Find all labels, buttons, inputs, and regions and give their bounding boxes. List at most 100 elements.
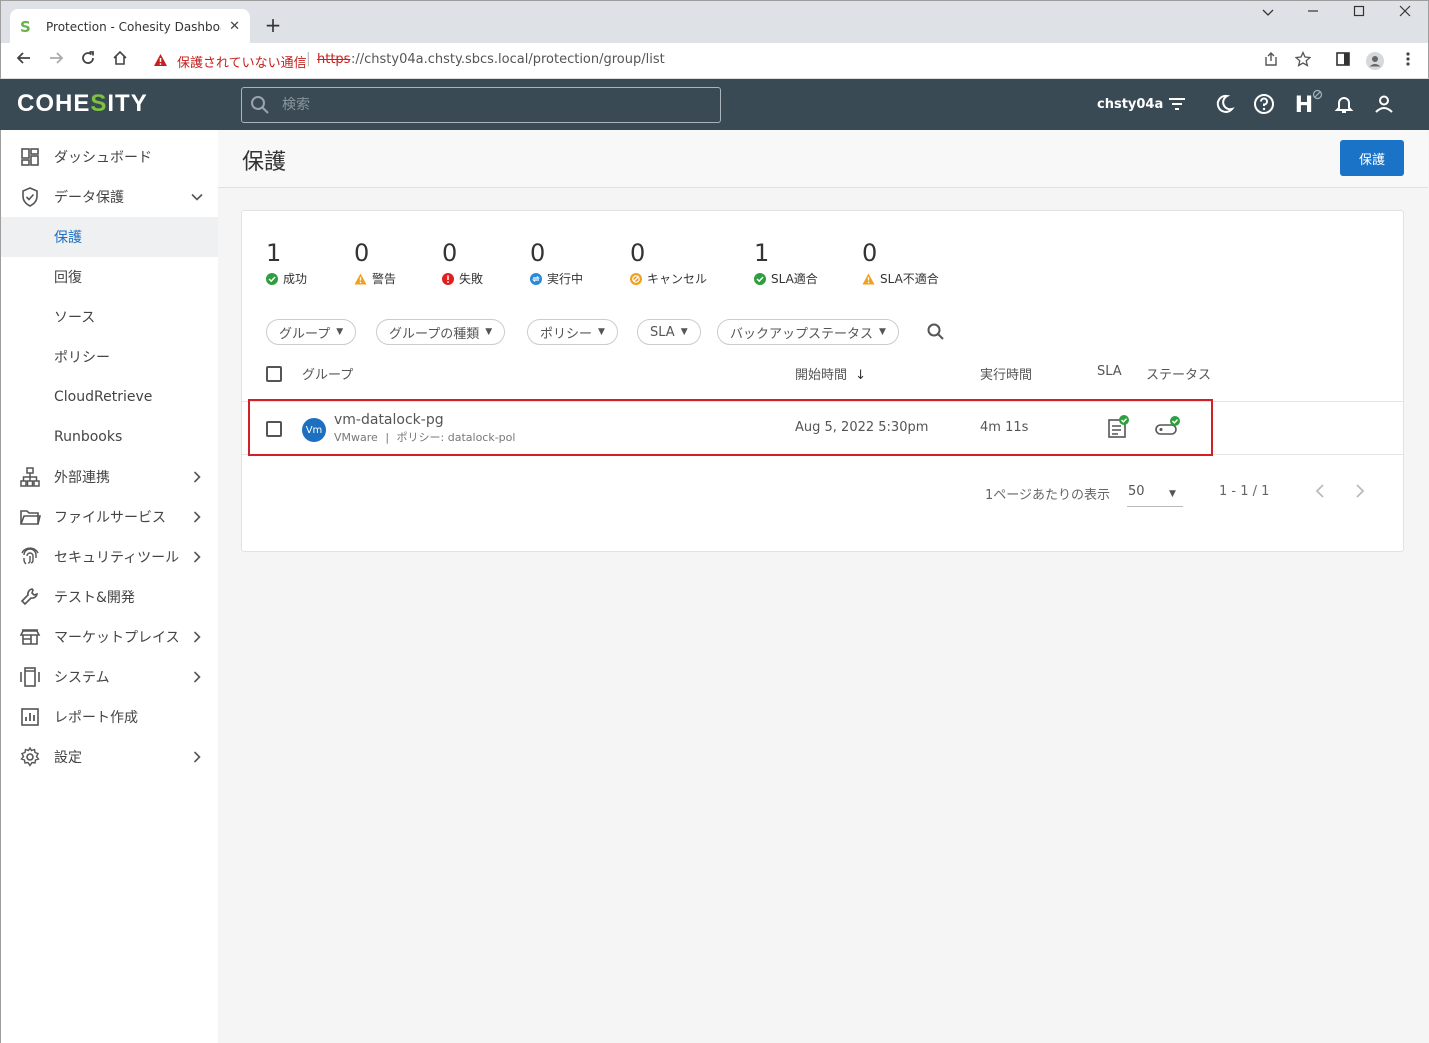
url-scheme[interactable]: https — [317, 52, 350, 67]
sidebar-item-policies[interactable]: ポリシー — [1, 337, 218, 377]
reload-icon[interactable] — [77, 50, 99, 72]
sidebar-item-settings[interactable]: 設定 — [1, 737, 218, 777]
gear-icon — [19, 746, 41, 768]
stat-label: SLA不適合 — [880, 272, 939, 286]
maximize-icon[interactable] — [1344, 5, 1374, 21]
sidebar-item-label: セキュリティツール — [54, 550, 180, 566]
sidebar-item-label: 保護 — [54, 230, 82, 246]
sidebar-item-label: ファイルサービス — [54, 510, 166, 526]
minimize-icon[interactable] — [1298, 5, 1328, 21]
table-search-icon[interactable] — [926, 322, 946, 346]
column-header-sla[interactable]: SLA — [1097, 364, 1122, 379]
url-text[interactable]: ://chsty04a.chsty.sbcs.local/protection/… — [351, 52, 665, 67]
help-icon[interactable] — [1252, 93, 1276, 117]
row-highlight-annotation — [248, 399, 1213, 456]
browser-toolbar: 保護されていない通信 | https ://chsty04a.chsty.sbc… — [0, 43, 1429, 79]
protection-groups-card: 1 成功 0 警告 0 失敗 0 実行中 0 キャンセル 1 SLA適合 0 S… — [241, 210, 1404, 552]
warning-triangle-icon[interactable] — [153, 53, 168, 71]
user-account-icon[interactable] — [1372, 93, 1396, 117]
stat-value: 0 — [354, 239, 370, 267]
sidebar-item-label: テスト&開発 — [54, 590, 135, 606]
caret-down-icon: ▼ — [485, 327, 493, 337]
back-arrow-icon[interactable] — [13, 50, 35, 72]
stat-label: SLA適合 — [771, 272, 818, 286]
previous-page-icon[interactable] — [1312, 482, 1328, 500]
select-all-checkbox[interactable] — [266, 366, 282, 382]
tab-close-icon[interactable]: ✕ — [229, 19, 240, 34]
sidebar-item-external-connections[interactable]: 外部連携 — [1, 457, 218, 497]
wrench-icon — [19, 586, 41, 608]
filter-group[interactable]: グループ ▼ — [266, 319, 357, 345]
cohesity-favicon-icon: S — [20, 17, 31, 36]
stat-sla-met[interactable]: 1 SLA適合 — [754, 238, 818, 287]
new-tab-button[interactable]: + — [263, 13, 283, 37]
sidebar-item-label: レポート作成 — [54, 710, 138, 726]
stat-failed[interactable]: 0 失敗 — [442, 238, 483, 287]
cohesity-logo[interactable]: COHESITY — [17, 90, 148, 118]
column-header-start-time[interactable]: 開始時間 ↓ — [795, 364, 866, 383]
stat-canceled[interactable]: 0 キャンセル — [630, 238, 707, 287]
global-search[interactable] — [241, 87, 721, 123]
profile-avatar-icon[interactable] — [1365, 51, 1385, 75]
sidebar-item-security-tools[interactable]: セキュリティツール — [1, 537, 218, 577]
sidebar-item-label: マーケットプレイス — [54, 630, 180, 646]
stat-label: キャンセル — [647, 272, 708, 286]
sidebar-item-test-dev[interactable]: テスト&開発 — [1, 577, 218, 617]
page-header: 保護 保護 — [218, 130, 1428, 188]
home-icon[interactable] — [109, 50, 131, 72]
sidebar-item-cloudretrieve[interactable]: CloudRetrieve — [1, 377, 218, 417]
filter-group-type[interactable]: グループの種類 ▼ — [376, 319, 506, 345]
browser-menu-icon[interactable] — [1398, 51, 1418, 71]
success-check-icon — [754, 272, 766, 285]
cluster-name[interactable]: chsty04a — [1097, 97, 1163, 112]
filter-backup-status[interactable]: バックアップステータス ▼ — [717, 319, 899, 345]
search-input[interactable] — [282, 88, 712, 122]
sidebar-item-sources[interactable]: ソース — [1, 297, 218, 337]
dark-mode-moon-icon[interactable] — [1212, 93, 1236, 117]
caret-down-icon: ▼ — [336, 327, 344, 337]
sidebar-item-file-services[interactable]: ファイルサービス — [1, 497, 218, 537]
sidebar-item-marketplace[interactable]: マーケットプレイス — [1, 617, 218, 657]
stat-success[interactable]: 1 成功 — [266, 238, 307, 287]
notifications-bell-icon[interactable] — [1332, 93, 1356, 117]
protect-button[interactable]: 保護 — [1340, 140, 1404, 176]
side-panel-icon[interactable] — [1333, 51, 1353, 71]
browser-tab[interactable]: S Protection - Cohesity Dashboard ✕ — [10, 9, 250, 44]
forward-arrow-icon[interactable] — [45, 50, 67, 72]
column-header-group[interactable]: グループ — [302, 364, 353, 383]
share-icon[interactable] — [1261, 51, 1281, 71]
sidebar-item-label: CloudRetrieve — [54, 389, 153, 405]
stat-label: 成功 — [283, 272, 308, 286]
stat-warning[interactable]: 0 警告 — [354, 238, 396, 287]
sidebar-item-reports[interactable]: レポート作成 — [1, 697, 218, 737]
bookmark-star-icon[interactable] — [1293, 50, 1313, 71]
shield-icon — [19, 186, 41, 208]
sidebar-item-dashboard[interactable]: ダッシュボード — [1, 137, 218, 177]
url-separator: | — [306, 51, 311, 67]
tab-search-icon[interactable] — [1253, 5, 1283, 21]
close-window-icon[interactable] — [1390, 5, 1420, 21]
filter-sla[interactable]: SLA ▼ — [637, 319, 701, 345]
sidebar-item-runbooks[interactable]: Runbooks — [1, 417, 218, 457]
sidebar-item-system[interactable]: システム — [1, 657, 218, 697]
sidebar-item-data-protection[interactable]: データ保護 — [1, 177, 218, 217]
column-header-label: 開始時間 — [795, 368, 848, 383]
stat-sla-missed[interactable]: 0 SLA不適合 — [862, 238, 939, 287]
items-per-page-select[interactable]: 50 ▼ — [1127, 479, 1183, 507]
stat-running[interactable]: 0 実行中 — [530, 238, 583, 287]
filter-icon[interactable] — [1165, 93, 1189, 117]
next-page-icon[interactable] — [1352, 482, 1368, 500]
column-header-status[interactable]: ステータス — [1146, 364, 1211, 383]
sidebar-item-recovery[interactable]: 回復 — [1, 257, 218, 297]
stat-label-row: キャンセル — [630, 270, 707, 287]
filter-policy[interactable]: ポリシー ▼ — [527, 319, 618, 345]
network-icon — [19, 466, 41, 488]
stat-value: 0 — [442, 239, 458, 267]
security-warning-label[interactable]: 保護されていない通信 — [177, 52, 307, 71]
chevron-right-icon — [190, 470, 204, 484]
chevron-right-icon — [190, 550, 204, 564]
sidebar-item-protection[interactable]: 保護 — [1, 217, 218, 257]
filter-label: グループの種類 — [389, 326, 480, 342]
stat-label: 失敗 — [459, 272, 484, 286]
column-header-run-time[interactable]: 実行時間 — [980, 364, 1032, 383]
